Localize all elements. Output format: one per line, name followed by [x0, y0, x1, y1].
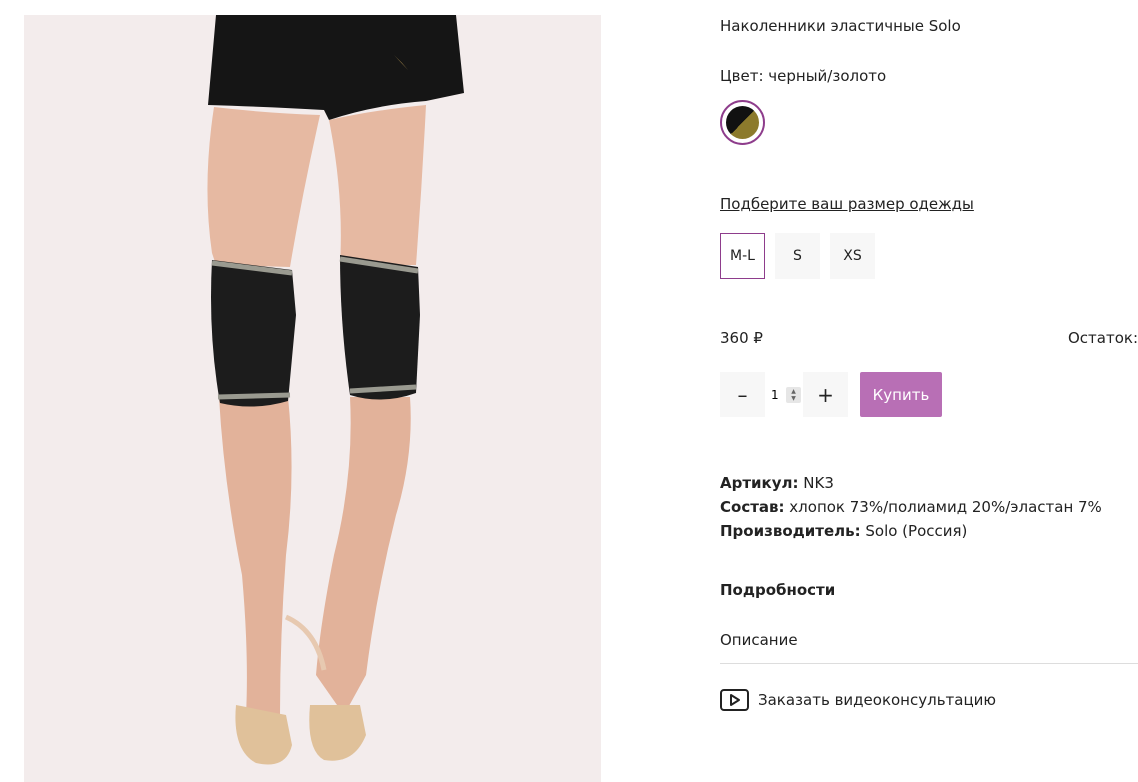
spinner-down-icon[interactable]: ▼ [791, 395, 796, 402]
product-title: Наколенники эластичные Solo [720, 17, 961, 35]
video-consultation-link[interactable]: Заказать видеоконсультацию [720, 689, 996, 711]
spec-composition-label: Состав: [720, 498, 785, 516]
size-guide-link[interactable]: Подберите ваш размер одежды [720, 195, 974, 213]
size-option-xs[interactable]: XS [830, 233, 875, 279]
spec-composition: Состав: хлопок 73%/полиамид 20%/эластан … [720, 495, 1102, 519]
stock-label: Остаток: [1067, 329, 1138, 347]
description-tab[interactable]: Описание [720, 631, 798, 649]
spec-article-value: NK3 [803, 474, 834, 492]
spec-article: Артикул: NK3 [720, 471, 1102, 495]
video-consultation-label: Заказать видеоконсультацию [758, 691, 997, 709]
product-image[interactable] [24, 15, 601, 782]
divider [720, 663, 1138, 664]
quantity-increase-button[interactable]: + [803, 372, 848, 417]
product-specs: Артикул: NK3 Состав: хлопок 73%/полиамид… [720, 471, 1102, 543]
size-option-s[interactable]: S [775, 233, 820, 279]
details-heading: Подробности [720, 581, 836, 599]
spec-maker-label: Производитель: [720, 522, 861, 540]
quantity-spinner[interactable]: ▲ ▼ [786, 387, 801, 403]
color-swatch-fill [726, 106, 759, 139]
video-camera-icon [720, 689, 749, 711]
spec-article-label: Артикул: [720, 474, 799, 492]
buy-button[interactable]: Купить [860, 372, 942, 417]
color-label: Цвет: черный/золото [720, 67, 887, 85]
spec-maker: Производитель: Solo (Россия) [720, 519, 1102, 543]
color-swatch-black-gold[interactable] [720, 100, 765, 145]
spinner-up-icon[interactable]: ▲ [791, 388, 796, 395]
spec-composition-value: хлопок 73%/полиамид 20%/эластан 7% [789, 498, 1102, 516]
product-price: 360 ₽ [720, 329, 763, 347]
quantity-decrease-button[interactable]: – [720, 372, 765, 417]
spec-maker-value: Solo (Россия) [865, 522, 968, 540]
size-option-m-l[interactable]: M-L [720, 233, 765, 279]
product-photo-illustration [207, 15, 464, 765]
